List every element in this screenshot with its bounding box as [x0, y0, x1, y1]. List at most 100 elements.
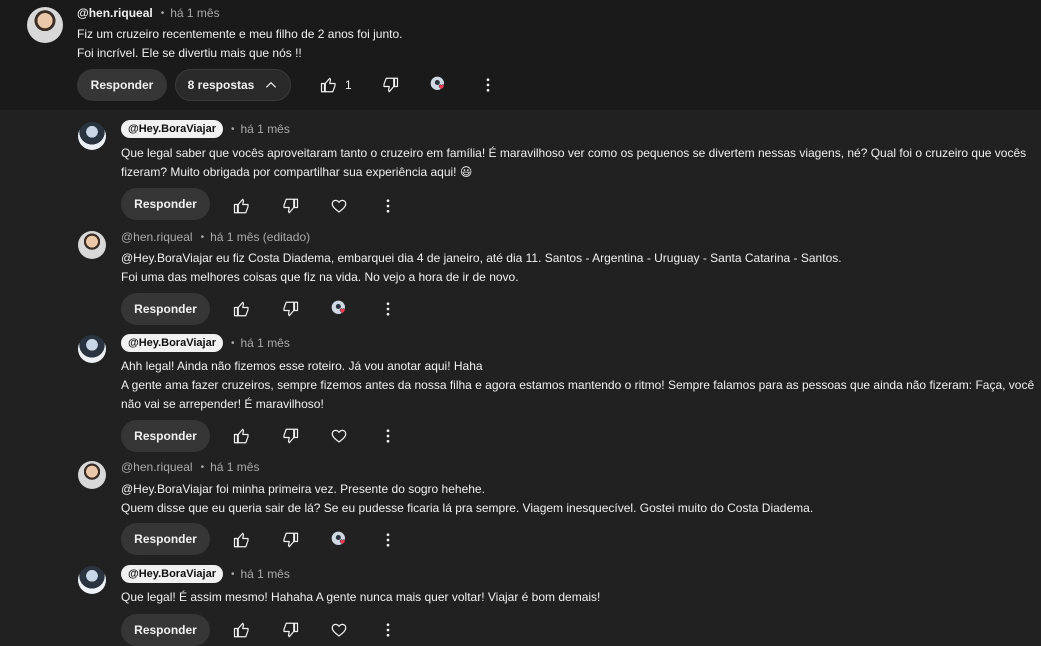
author-name[interactable]: @hen.riqueal [121, 460, 193, 474]
thumbs-up-icon [233, 532, 249, 548]
thumbs-down-icon [283, 198, 299, 214]
comment-text: Fiz um cruzeiro recentemente e meu filho… [77, 25, 403, 63]
like-button[interactable] [232, 426, 252, 446]
dislike-button[interactable] [380, 75, 400, 95]
separator-dot: • [230, 568, 235, 580]
creator-heart-badge [429, 75, 449, 95]
comment-line: Ahh legal! Ainda não fizemos esse roteir… [121, 359, 483, 373]
creator-heart-icon [331, 531, 346, 545]
thumbs-down-icon [283, 428, 299, 444]
more-options-button[interactable] [378, 196, 398, 216]
more-options-button[interactable] [378, 530, 398, 550]
creator-author-chip[interactable]: @Hey.BoraViajar [121, 334, 223, 352]
more-vert-icon [386, 302, 390, 316]
comment-line: não vai se arrepender! É maravilhoso! [121, 397, 324, 411]
thumbs-down-icon [283, 622, 299, 638]
thumbs-down-icon [383, 77, 399, 93]
timestamp[interactable]: há 1 mês [170, 6, 219, 20]
thumbs-up-icon [320, 77, 336, 93]
avatar[interactable] [78, 461, 106, 489]
avatar[interactable] [78, 566, 106, 594]
timestamp[interactable]: há 1 mês [241, 336, 290, 350]
avatar[interactable] [78, 335, 106, 363]
thumbs-up-icon [233, 622, 249, 638]
comment-header: @Hey.BoraViajar • há 1 mês [121, 565, 290, 583]
comment-line: Que legal! É assim mesmo! Hahaha A gente… [121, 590, 601, 604]
reply-button[interactable]: Responder [121, 188, 210, 220]
comment-text: Que legal saber que vocês aproveitaram t… [121, 144, 1026, 182]
creator-author-chip[interactable]: @Hey.BoraViajar [121, 565, 223, 583]
dislike-button[interactable] [280, 426, 300, 446]
thumbs-down-icon [283, 532, 299, 548]
more-vert-icon [386, 623, 390, 637]
more-options-button[interactable] [378, 620, 398, 640]
like-button[interactable] [232, 196, 252, 216]
timestamp[interactable]: há 1 mês [210, 460, 259, 474]
heart-outline-icon [331, 429, 347, 443]
comment-header: @hen.riqueal • há 1 mês [121, 460, 259, 474]
comment-header: @hen.riqueal • há 1 mês [77, 6, 220, 20]
timestamp[interactable]: há 1 mês [241, 122, 290, 136]
thumbs-up-icon [233, 428, 249, 444]
comment-line: fizeram? Muito obrigada por compartilhar… [121, 165, 473, 179]
dislike-button[interactable] [280, 299, 300, 319]
avatar[interactable] [78, 231, 106, 259]
more-options-button[interactable] [378, 426, 398, 446]
comment-header: @Hey.BoraViajar • há 1 mês [121, 120, 290, 138]
more-vert-icon [386, 199, 390, 213]
author-name[interactable]: @hen.riqueal [77, 6, 153, 20]
author-name[interactable]: @hen.riqueal [121, 230, 193, 244]
timestamp[interactable]: há 1 mês (editado) [210, 230, 310, 244]
like-button[interactable] [319, 75, 339, 95]
comment-line: Fiz um cruzeiro recentemente e meu filho… [77, 27, 403, 41]
thumbs-up-icon [233, 198, 249, 214]
like-button[interactable] [232, 299, 252, 319]
creator-heart-icon [430, 76, 445, 90]
comment-line: Que legal saber que vocês aproveitaram t… [121, 146, 1027, 160]
more-options-button[interactable] [478, 75, 498, 95]
more-vert-icon [386, 533, 390, 547]
reply-button[interactable]: Responder [121, 293, 210, 325]
thumbs-down-icon [283, 301, 299, 317]
dislike-button[interactable] [280, 620, 300, 640]
heart-outline-icon [331, 623, 347, 637]
comment-line: @Hey.BoraViajar eu fiz Costa Diadema, em… [121, 251, 842, 265]
reply-button[interactable]: Responder [121, 523, 210, 555]
more-vert-icon [486, 78, 490, 92]
thumbs-up-icon [233, 301, 249, 317]
comment-text: Que legal! É assim mesmo! Hahaha A gente… [121, 588, 600, 607]
like-count: 1 [345, 78, 352, 92]
comment-header: @Hey.BoraViajar • há 1 mês [121, 334, 290, 352]
separator-dot: • [200, 231, 205, 243]
creator-heart-icon [331, 300, 346, 314]
reply-button[interactable]: Responder [121, 420, 210, 452]
comment-line: Foi incrível. Ele se divertiu mais que n… [77, 46, 302, 60]
comment-header: @hen.riqueal • há 1 mês (editado) [121, 230, 310, 244]
more-options-button[interactable] [378, 299, 398, 319]
creator-author-chip[interactable]: @Hey.BoraViajar [121, 120, 223, 138]
comment-line: @Hey.BoraViajar foi minha primeira vez. … [121, 482, 485, 496]
timestamp[interactable]: há 1 mês [241, 567, 290, 581]
heart-button[interactable] [329, 620, 349, 640]
reply-button[interactable]: Responder [77, 69, 167, 101]
comment-line: Foi uma das melhores coisas que fiz na v… [121, 270, 519, 284]
creator-heart-badge [330, 299, 350, 319]
heart-outline-icon [331, 199, 347, 213]
separator-dot: • [230, 337, 235, 349]
separator-dot: • [230, 123, 235, 135]
separator-dot: • [200, 461, 205, 473]
comment-line: Quem disse que eu queria sair de lá? Se … [121, 501, 814, 515]
dislike-button[interactable] [280, 196, 300, 216]
creator-heart-badge [330, 530, 350, 550]
separator-dot: • [160, 7, 165, 19]
comment-text: @Hey.BoraViajar eu fiz Costa Diadema, em… [121, 249, 842, 287]
avatar[interactable] [78, 122, 106, 150]
heart-button[interactable] [329, 196, 349, 216]
reply-button[interactable]: Responder [121, 614, 210, 646]
like-button[interactable] [232, 530, 252, 550]
heart-button[interactable] [329, 426, 349, 446]
avatar[interactable] [27, 7, 63, 43]
like-button[interactable] [232, 620, 252, 640]
toggle-replies-button[interactable]: 8 respostas [175, 69, 291, 101]
dislike-button[interactable] [280, 530, 300, 550]
